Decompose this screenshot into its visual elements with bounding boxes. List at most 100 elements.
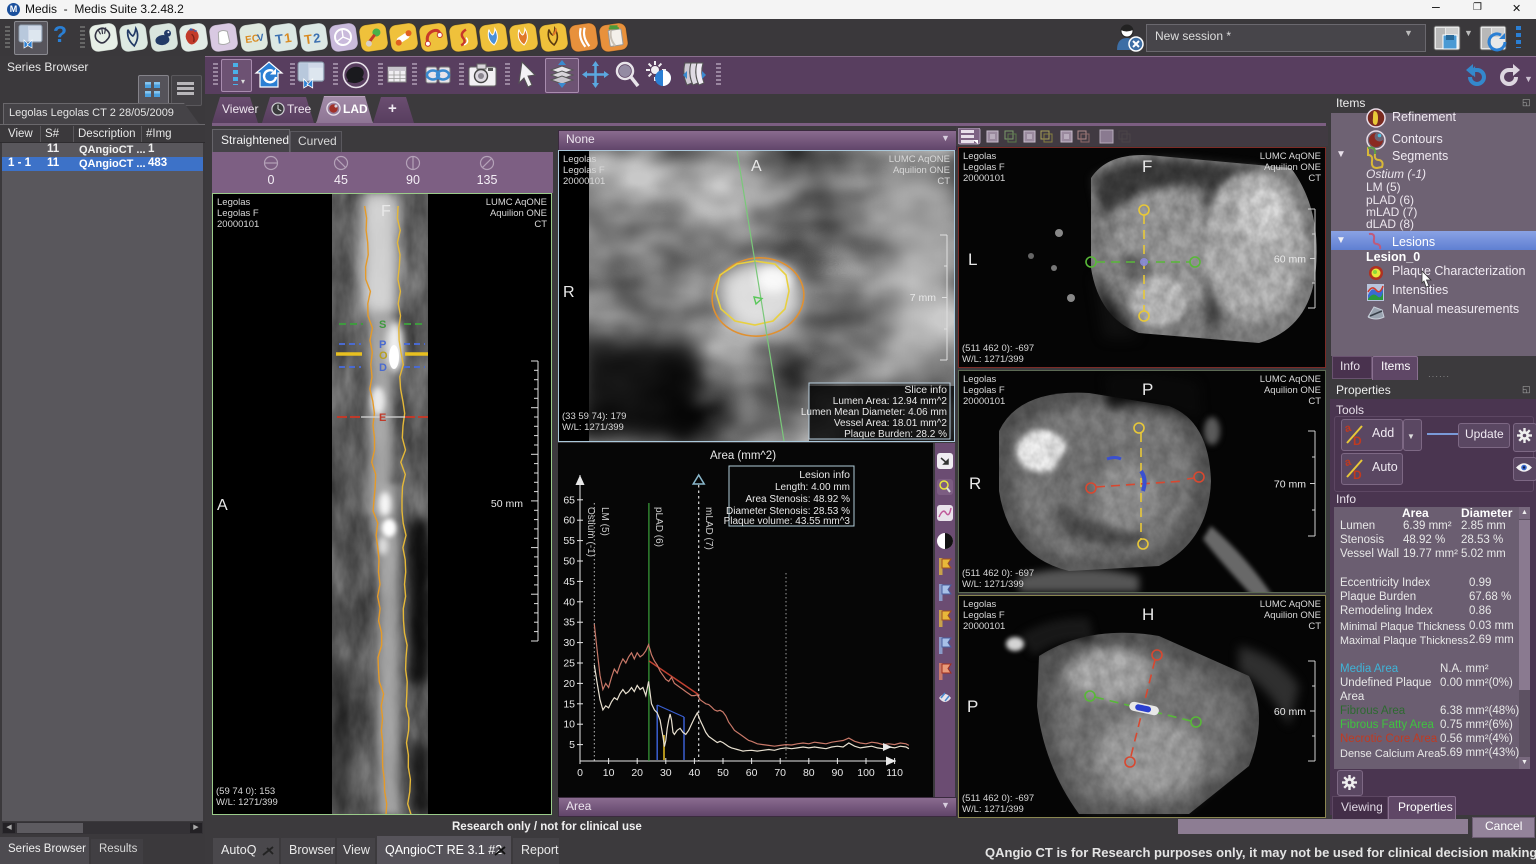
svg-text:20: 20 [631, 767, 643, 779]
svg-text:(59 74 0): 153: (59 74 0): 153 [216, 786, 275, 797]
svg-text:CT: CT [1308, 621, 1321, 632]
svg-text:F: F [1142, 157, 1152, 176]
svg-text:W/L: 1271/399: W/L: 1271/399 [962, 804, 1024, 815]
svg-text:L: L [968, 250, 977, 269]
svg-text:Lesion info: Lesion info [799, 469, 850, 481]
svg-text:55: 55 [563, 535, 575, 547]
svg-text:H: H [1142, 605, 1154, 624]
svg-text:(511 462 0): -697: (511 462 0): -697 [962, 793, 1034, 804]
svg-text:P: P [1142, 380, 1153, 399]
svg-text:a: a [1344, 456, 1353, 469]
svg-text:10: 10 [563, 719, 575, 731]
svg-text:P: P [967, 697, 978, 716]
svg-text:Legolas: Legolas [963, 151, 997, 162]
svg-text:pLAD (6): pLAD (6) [653, 507, 664, 547]
svg-text:7 mm: 7 mm [910, 292, 937, 304]
svg-text:mLAD (7): mLAD (7) [703, 507, 714, 550]
svg-text:0: 0 [268, 173, 275, 187]
svg-text:50: 50 [717, 767, 729, 779]
svg-text:Length: 4.00 mm: Length: 4.00 mm [775, 482, 850, 493]
svg-text:CT: CT [1308, 173, 1321, 184]
svg-text:CT: CT [1308, 396, 1321, 407]
svg-text:Slice info: Slice info [904, 384, 947, 396]
svg-text:Aquilion ONE: Aquilion ONE [1264, 610, 1321, 621]
svg-text:Aquilion ONE: Aquilion ONE [1264, 162, 1321, 173]
svg-text:0: 0 [577, 767, 583, 779]
svg-text:CT: CT [937, 176, 950, 187]
svg-text:50: 50 [563, 556, 575, 568]
svg-text:Legolas: Legolas [563, 154, 597, 165]
svg-text:35: 35 [563, 617, 575, 629]
svg-text:70: 70 [774, 767, 786, 779]
svg-text:40: 40 [689, 767, 701, 779]
svg-text:10: 10 [603, 767, 615, 779]
svg-text:110: 110 [886, 767, 903, 779]
svg-text:W/L: 1271/399: W/L: 1271/399 [962, 579, 1024, 590]
svg-text:Plaque volume: 43.55 mm^3: Plaque volume: 43.55 mm^3 [724, 516, 851, 527]
svg-text:A: A [217, 497, 228, 514]
svg-text:R: R [563, 284, 575, 301]
svg-text:Plaque Burden: 28.2 %: Plaque Burden: 28.2 % [844, 429, 947, 440]
svg-text:80: 80 [803, 767, 815, 779]
svg-text:Legolas F: Legolas F [563, 165, 605, 176]
svg-text:Lumen Area: 12.94 mm^2: Lumen Area: 12.94 mm^2 [833, 396, 948, 407]
svg-text:45: 45 [563, 576, 575, 588]
svg-text:100: 100 [857, 767, 875, 779]
svg-text:(33 59 74): 179: (33 59 74): 179 [562, 411, 626, 422]
svg-text:W/L: 1271/399: W/L: 1271/399 [562, 422, 624, 433]
svg-text:CT: CT [534, 219, 547, 230]
svg-text:5: 5 [569, 739, 575, 751]
svg-text:Legolas F: Legolas F [963, 162, 1005, 173]
svg-text:90: 90 [406, 173, 420, 187]
svg-text:A: A [751, 158, 762, 175]
svg-text:O: O [379, 350, 388, 362]
svg-text:15: 15 [563, 698, 575, 710]
svg-text:Aquilion ONE: Aquilion ONE [490, 208, 547, 219]
svg-text:70 mm: 70 mm [1274, 479, 1306, 491]
svg-text:Area Stenosis: 48.92 %: Area Stenosis: 48.92 % [745, 494, 850, 505]
svg-text:60: 60 [563, 515, 575, 527]
svg-text:Legolas F: Legolas F [217, 208, 259, 219]
svg-text:50 mm: 50 mm [491, 498, 523, 510]
svg-text:60: 60 [746, 767, 758, 779]
svg-text:135: 135 [477, 173, 498, 187]
svg-text:F: F [381, 203, 391, 220]
svg-text:20: 20 [563, 678, 575, 690]
svg-text:a: a [1344, 422, 1353, 435]
svg-text:(511 462 0): -697: (511 462 0): -697 [962, 568, 1034, 579]
svg-text:20000101: 20000101 [217, 219, 259, 230]
svg-text:LM (5): LM (5) [599, 507, 610, 536]
svg-text:20000101: 20000101 [963, 621, 1005, 632]
svg-text:40: 40 [563, 596, 575, 608]
svg-text:LUMC AqONE: LUMC AqONE [889, 154, 950, 165]
svg-text:Area (mm^2): Area (mm^2) [710, 450, 776, 462]
svg-text:Aquilion ONE: Aquilion ONE [893, 165, 950, 176]
svg-text:90: 90 [832, 767, 844, 779]
svg-text:30: 30 [563, 637, 575, 649]
svg-text:Lumen Mean Diameter: 4.06 mm: Lumen Mean Diameter: 4.06 mm [801, 407, 947, 418]
svg-text:(511 462 0): -697: (511 462 0): -697 [962, 343, 1034, 354]
svg-text:20000101: 20000101 [563, 176, 605, 187]
svg-text:LUMC AqONE: LUMC AqONE [1260, 599, 1321, 610]
svg-text:Legolas: Legolas [963, 374, 997, 385]
svg-text:LUMC AqONE: LUMC AqONE [486, 197, 547, 208]
svg-text:Legolas: Legolas [217, 197, 251, 208]
svg-text:R: R [969, 474, 981, 493]
svg-text:Legolas F: Legolas F [963, 610, 1005, 621]
svg-text:25: 25 [563, 658, 575, 670]
svg-text:20000101: 20000101 [963, 396, 1005, 407]
svg-text:D: D [379, 362, 387, 374]
svg-text:Vessel Area: 18.01 mm^2: Vessel Area: 18.01 mm^2 [834, 418, 948, 429]
svg-text:W/L: 1271/399: W/L: 1271/399 [962, 354, 1024, 365]
svg-text:60 mm: 60 mm [1274, 706, 1306, 718]
svg-text:E: E [379, 412, 386, 424]
svg-text:45: 45 [334, 173, 348, 187]
svg-text:60 mm: 60 mm [1274, 254, 1306, 266]
svg-text:20000101: 20000101 [963, 173, 1005, 184]
svg-text:65: 65 [563, 494, 575, 506]
svg-text:Legolas: Legolas [963, 599, 997, 610]
svg-text:Ostium (-1): Ostium (-1) [585, 507, 596, 557]
svg-text:Legolas F: Legolas F [963, 385, 1005, 396]
svg-text:LUMC AqONE: LUMC AqONE [1260, 151, 1321, 162]
svg-text:30: 30 [660, 767, 672, 779]
